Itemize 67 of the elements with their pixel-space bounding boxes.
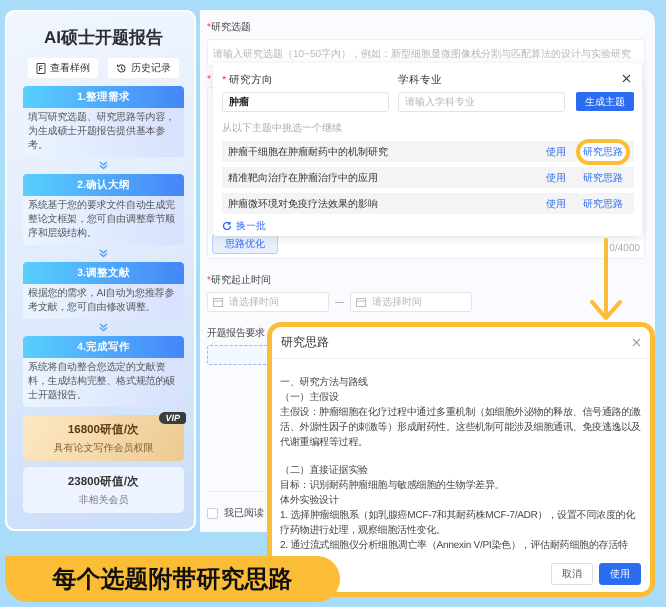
dialog-text: 2. 通过流式细胞仪分析细胞凋亡率（Annexin V/PI染色），评估耐药细胞的存活特 [280, 538, 629, 553]
step-description: 系统基于您的要求文件自动生成完整论文框架，您可自由调整章节顺序和层级结构。 [27, 198, 176, 241]
char-count: 0/4000 [609, 243, 640, 254]
dialog-text: （一）主假设 [280, 390, 340, 405]
price-text: 16800研值/次 [66, 422, 140, 437]
app-title: AI硕士开题报告 [44, 27, 163, 49]
field-label: 研究选题 [210, 22, 251, 33]
price-note: 具有论文写作会员权限 [52, 442, 154, 455]
dialog-text: 一、研究方法与路线 [280, 376, 369, 390]
calendar-icon [356, 297, 366, 307]
topic-row[interactable]: 肿瘤干细胞在肿瘤耐药中的机制研究 使用 研究思路 [222, 141, 634, 162]
field-label: 开题报告要求 [207, 328, 265, 339]
required-mark: * [222, 74, 226, 86]
step-description: 根据您的需求，AI自动为您推荐参考文献，您可自由修改调整。 [27, 286, 176, 315]
generate-button[interactable]: 生成主题 [576, 92, 634, 111]
upload-area[interactable] [207, 345, 269, 365]
step-description: 系统将自动整合您选定的文献资料，生成结构完整、格式规范的硕士开题报告。 [27, 360, 176, 403]
dialog-text: 主假设：肿瘤细胞在化疗过程中通过多重机制（如细胞外泌物的释放、信号通路的激活、外源性因子的刺激等）形成耐药性。这些机制可能涉及细胞通讯、免疫逃逸以及代谢重编程等过程。 [280, 406, 642, 450]
research-ideas-link[interactable]: 研究思路 [576, 138, 630, 164]
field-label: 学科专业 [398, 73, 443, 87]
use-link[interactable]: 使用 [546, 196, 566, 210]
use-link[interactable]: 使用 [546, 144, 566, 158]
required-mark: * [207, 275, 211, 286]
topic-row[interactable]: 肿瘤微环境对免疫疗法效果的影响 使用 研究思路 [222, 193, 634, 214]
step-description: 填写研究选题、研究思路等内容，为生成硕士开题报告提供基本参考。 [27, 110, 176, 153]
dialog-title: 研究思路 [281, 334, 329, 351]
step-title: 4.完成写作 [23, 336, 184, 358]
use-button[interactable]: 使用 [599, 563, 641, 585]
research-ideas-link[interactable]: 研究思路 [576, 190, 630, 216]
field-label: 研究起止时间 [210, 275, 271, 286]
dialog-text: （二）直接证据实验 [280, 464, 369, 478]
vip-badge: VIP [159, 412, 186, 424]
price-note: 非相关会员 [78, 494, 130, 507]
chevron-down-icon [99, 323, 108, 332]
dialog-text: 体外实验设计 [280, 494, 340, 508]
use-link[interactable]: 使用 [546, 170, 566, 184]
history-icon [116, 62, 127, 74]
step-title: 1.整理需求 [23, 86, 184, 108]
step-title: 3.调整文献 [23, 262, 184, 284]
dialog-text: 1. 选择肿瘤细胞系（如乳腺癌MCF-7和其耐药株MCF-7/ADR），设置不同浓度的化疗药物进行处理，观察细胞活性变化。 [280, 508, 636, 538]
research-ideas-link[interactable]: 研究思路 [576, 164, 630, 190]
price-text: 23800研值/次 [66, 474, 140, 489]
required-mark: * [207, 74, 211, 85]
sidebar-button[interactable]: 查看样例 [28, 58, 98, 78]
chevron-down-icon [99, 249, 108, 258]
caption-banner: 每个选题附带研究思路 [5, 556, 340, 602]
agreement-checkbox[interactable] [207, 508, 218, 518]
price-card[interactable]: 23800研值/次 非相关会员 [23, 467, 184, 513]
step-title: 2.确认大纲 [23, 174, 184, 196]
dialog-text: 目标：识别耐药肿瘤细胞与敏感细胞的生物学差异。 [280, 478, 506, 493]
agreement-text: 我已阅读 [224, 506, 264, 520]
direction-field[interactable]: 肿瘤 [222, 92, 389, 112]
required-mark: * [207, 22, 211, 33]
range-separator: — [335, 297, 344, 307]
refresh-link[interactable]: 换一批 [236, 219, 266, 233]
field-label: 研究方向 [229, 74, 274, 86]
price-card[interactable]: VIP 16800研值/次 具有论文写作会员权限 [23, 415, 184, 461]
sidebar-button[interactable]: 历史记录 [108, 58, 179, 78]
hint-text: 从以下主题中挑选一个继续 [222, 122, 343, 135]
refresh-icon[interactable] [222, 221, 232, 231]
cancel-button[interactable]: 取消 [551, 563, 593, 585]
chevron-down-icon [99, 161, 108, 170]
document-icon [36, 62, 46, 74]
optimize-button[interactable]: 思路优化 [212, 234, 278, 254]
close-icon[interactable] [622, 74, 631, 83]
calendar-icon [213, 297, 223, 307]
topic-row[interactable]: 精准靶向治疗在肿瘤治疗中的应用 使用 研究思路 [222, 167, 634, 188]
